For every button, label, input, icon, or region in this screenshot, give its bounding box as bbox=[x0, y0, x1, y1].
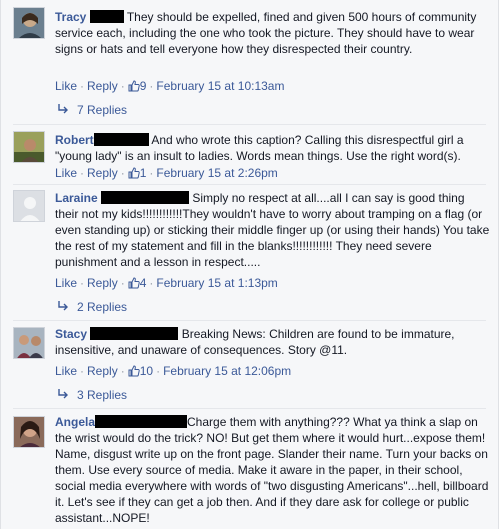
comment-feed: Tracy They should be expelled, fined and… bbox=[0, 0, 499, 529]
comment-laraine: Laraine Simply no respect at all....all … bbox=[1, 185, 498, 321]
redaction-bar bbox=[90, 327, 179, 340]
timestamp[interactable]: February 15 at 10:13am bbox=[156, 79, 284, 93]
redaction-bar bbox=[93, 133, 149, 146]
commenter-name[interactable]: Stacy bbox=[55, 327, 87, 341]
comment-body: Laraine Simply no respect at all....all … bbox=[55, 190, 490, 270]
timestamp[interactable]: February 15 at 12:06pm bbox=[163, 364, 291, 378]
commenter-name[interactable]: Robert bbox=[55, 133, 94, 147]
replies-count[interactable]: 2 Replies bbox=[77, 300, 127, 314]
view-replies-link[interactable]: 2 Replies bbox=[57, 300, 127, 314]
thumbs-up-icon bbox=[128, 80, 140, 95]
avatar[interactable] bbox=[13, 131, 45, 163]
like-count[interactable]: 10 bbox=[140, 364, 153, 378]
like-link[interactable]: Like bbox=[55, 79, 77, 93]
replies-count[interactable]: 7 Replies bbox=[77, 103, 127, 117]
commenter-name[interactable]: Angela bbox=[55, 415, 95, 429]
reply-link[interactable]: Reply bbox=[87, 364, 118, 378]
comment-actions: Like · Reply · 1 · February 15 at 2:26pm bbox=[55, 166, 278, 182]
commenter-name[interactable]: Tracy bbox=[55, 10, 86, 24]
comment-actions: Like · Reply · 9 · February 15 at 10:13am bbox=[55, 79, 285, 95]
avatar[interactable] bbox=[13, 190, 45, 222]
timestamp[interactable]: February 15 at 1:13pm bbox=[156, 276, 277, 290]
comment-body: Robert And who wrote this caption? Calli… bbox=[55, 132, 490, 164]
reply-arrow-icon bbox=[57, 300, 71, 314]
view-replies-link[interactable]: 7 Replies bbox=[57, 103, 127, 117]
comment-robert: Robert And who wrote this caption? Calli… bbox=[1, 125, 498, 185]
thumbs-up-icon bbox=[128, 277, 140, 292]
like-link[interactable]: Like bbox=[55, 276, 77, 290]
comment-body: Tracy They should be expelled, fined and… bbox=[55, 9, 490, 57]
comment-tracy: Tracy They should be expelled, fined and… bbox=[1, 0, 498, 125]
reply-link[interactable]: Reply bbox=[87, 276, 118, 290]
reply-link[interactable]: Reply bbox=[87, 79, 118, 93]
comment-text: Charge them with anything??? What ya thi… bbox=[55, 415, 489, 525]
redaction-bar bbox=[101, 191, 190, 204]
timestamp[interactable]: February 15 at 2:26pm bbox=[156, 166, 277, 180]
avatar[interactable] bbox=[13, 7, 45, 39]
comment-stacy: Stacy Breaking News: Children are found … bbox=[1, 321, 498, 409]
redaction-bar bbox=[89, 10, 124, 23]
replies-count[interactable]: 3 Replies bbox=[77, 388, 127, 402]
reply-link[interactable]: Reply bbox=[87, 166, 118, 180]
like-link[interactable]: Like bbox=[55, 166, 77, 180]
comment-actions: Like · Reply · 10 · February 15 at 12:06pm bbox=[55, 364, 292, 380]
comment-actions: Like · Reply · 4 · February 15 at 1:13pm bbox=[55, 276, 278, 292]
avatar[interactable] bbox=[13, 416, 45, 448]
view-replies-link[interactable]: 3 Replies bbox=[57, 388, 127, 402]
avatar[interactable] bbox=[13, 327, 45, 359]
comment-body: Stacy Breaking News: Children are found … bbox=[55, 326, 490, 358]
thumbs-up-icon bbox=[128, 365, 140, 380]
comment-body: Angela Charge them with anything??? What … bbox=[55, 414, 490, 526]
redaction-bar bbox=[95, 415, 188, 428]
like-link[interactable]: Like bbox=[55, 364, 77, 378]
commenter-name[interactable]: Laraine bbox=[55, 191, 98, 205]
reply-arrow-icon bbox=[57, 103, 71, 117]
reply-arrow-icon bbox=[57, 388, 71, 402]
thumbs-up-icon bbox=[128, 167, 140, 182]
comment-angela: Angela Charge them with anything??? What … bbox=[1, 409, 498, 529]
